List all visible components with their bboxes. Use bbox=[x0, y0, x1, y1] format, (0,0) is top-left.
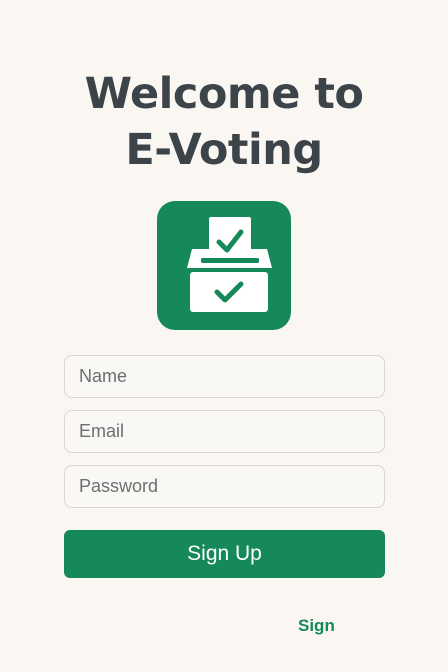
app-logo bbox=[157, 201, 291, 330]
page-title: Welcome to E-Voting bbox=[0, 66, 448, 178]
sign-in-link[interactable]: Sign bbox=[298, 616, 335, 636]
page-title-line-2: E-Voting bbox=[125, 125, 323, 175]
sign-up-button[interactable]: Sign Up bbox=[64, 530, 385, 578]
name-field[interactable] bbox=[64, 355, 385, 398]
ballot-box-icon bbox=[187, 217, 272, 312]
password-field[interactable] bbox=[64, 465, 385, 508]
page-title-line-1: Welcome to bbox=[84, 69, 364, 119]
email-field[interactable] bbox=[64, 410, 385, 453]
